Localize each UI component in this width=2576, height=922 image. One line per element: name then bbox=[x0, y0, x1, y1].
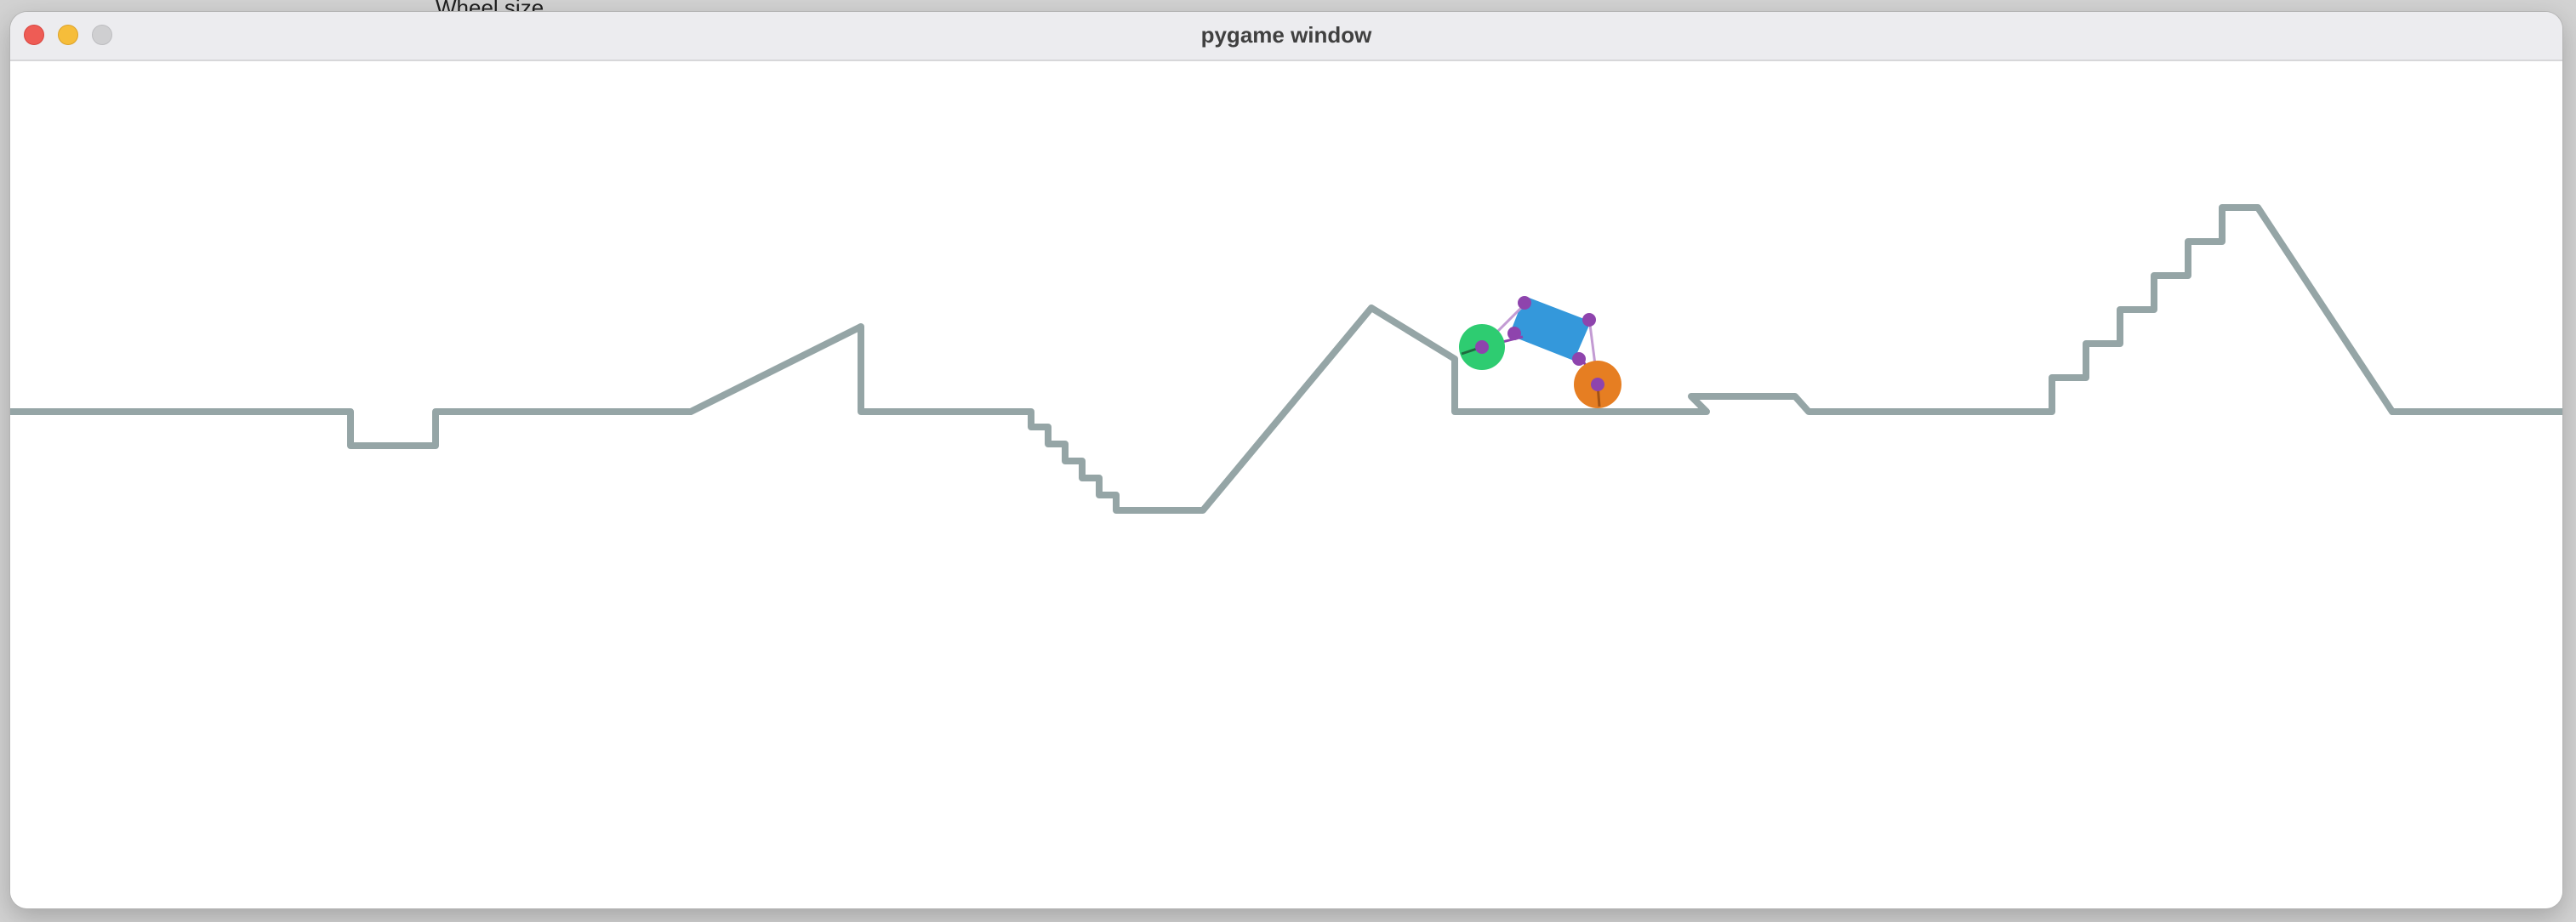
terrain-line bbox=[10, 204, 2562, 514]
joint-rear-hub bbox=[1591, 378, 1604, 391]
pygame-window: pygame window bbox=[10, 12, 2562, 908]
window-title: pygame window bbox=[1200, 22, 1372, 48]
game-canvas[interactable] bbox=[10, 61, 2562, 908]
joint-body-top-right bbox=[1582, 313, 1596, 327]
joint-body-bottom-left bbox=[1507, 327, 1521, 340]
title-bar[interactable]: pygame window bbox=[10, 12, 2562, 61]
joint-body-top-left bbox=[1518, 296, 1531, 310]
joint-front-hub bbox=[1475, 340, 1489, 354]
joint-body-bottom-right bbox=[1572, 352, 1586, 366]
